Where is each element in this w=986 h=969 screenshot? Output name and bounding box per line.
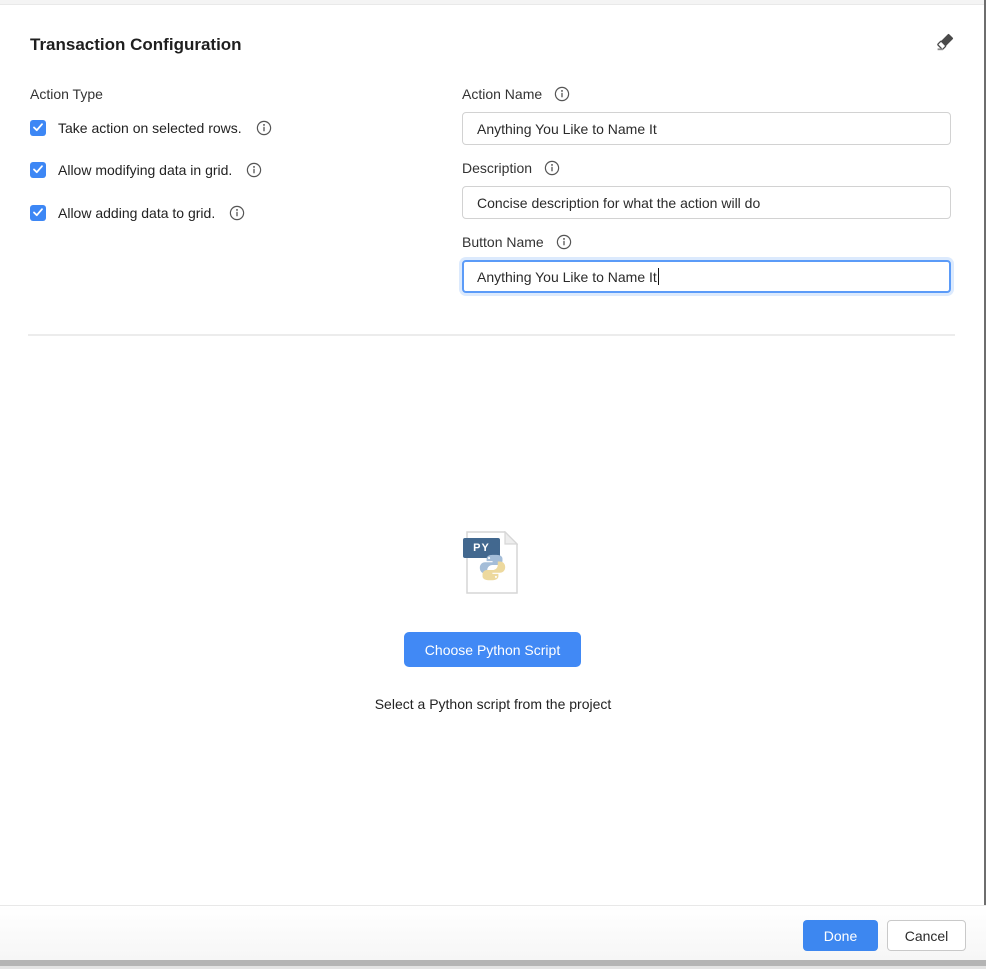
dialog-footer: Done Cancel [0,905,986,960]
info-icon[interactable] [256,120,272,136]
check-icon [32,205,44,221]
text-caret [658,268,659,285]
eraser-icon [934,31,956,58]
action-type-label: Action Type [30,86,103,102]
action-name-input[interactable] [462,112,951,145]
window-top-strip [0,0,986,5]
checkbox-label: Take action on selected rows. [58,120,242,136]
checkbox-row-add-data: Allow adding data to grid. [30,205,245,221]
python-file-icon: PY [463,530,519,594]
button-name-label: Button Name [462,234,572,250]
label-text: Action Name [462,86,542,102]
info-icon[interactable] [554,86,570,102]
label-text: Description [462,160,532,176]
check-icon [32,162,44,178]
clear-form-button[interactable] [932,31,958,57]
info-icon[interactable] [556,234,572,250]
footer-buttons: Done Cancel [803,920,966,951]
checkbox-row-take-action: Take action on selected rows. [30,120,272,136]
checkbox-label: Allow adding data to grid. [58,205,215,221]
choose-python-script-button[interactable]: Choose Python Script [404,632,581,667]
checkbox-label: Allow modifying data in grid. [58,162,232,178]
cancel-button[interactable]: Cancel [887,920,966,951]
done-button[interactable]: Done [803,920,878,951]
checkbox-take-action[interactable] [30,120,46,136]
checkbox-row-modify-data: Allow modifying data in grid. [30,162,262,178]
chooser-caption: Select a Python script from the project [0,696,986,712]
section-divider [28,334,955,336]
label-text: Button Name [462,234,544,250]
description-label: Description [462,160,560,176]
info-icon[interactable] [229,205,245,221]
check-icon [32,120,44,136]
checkbox-modify-data[interactable] [30,162,46,178]
description-input[interactable] [462,186,951,219]
button-name-value: Anything You Like to Name It [477,269,657,285]
page-title: Transaction Configuration [30,35,242,55]
info-icon[interactable] [544,160,560,176]
info-icon[interactable] [246,162,262,178]
python-logo-icon [478,553,507,587]
button-name-input[interactable]: Anything You Like to Name It [462,260,951,293]
action-name-label: Action Name [462,86,570,102]
checkbox-add-data[interactable] [30,205,46,221]
